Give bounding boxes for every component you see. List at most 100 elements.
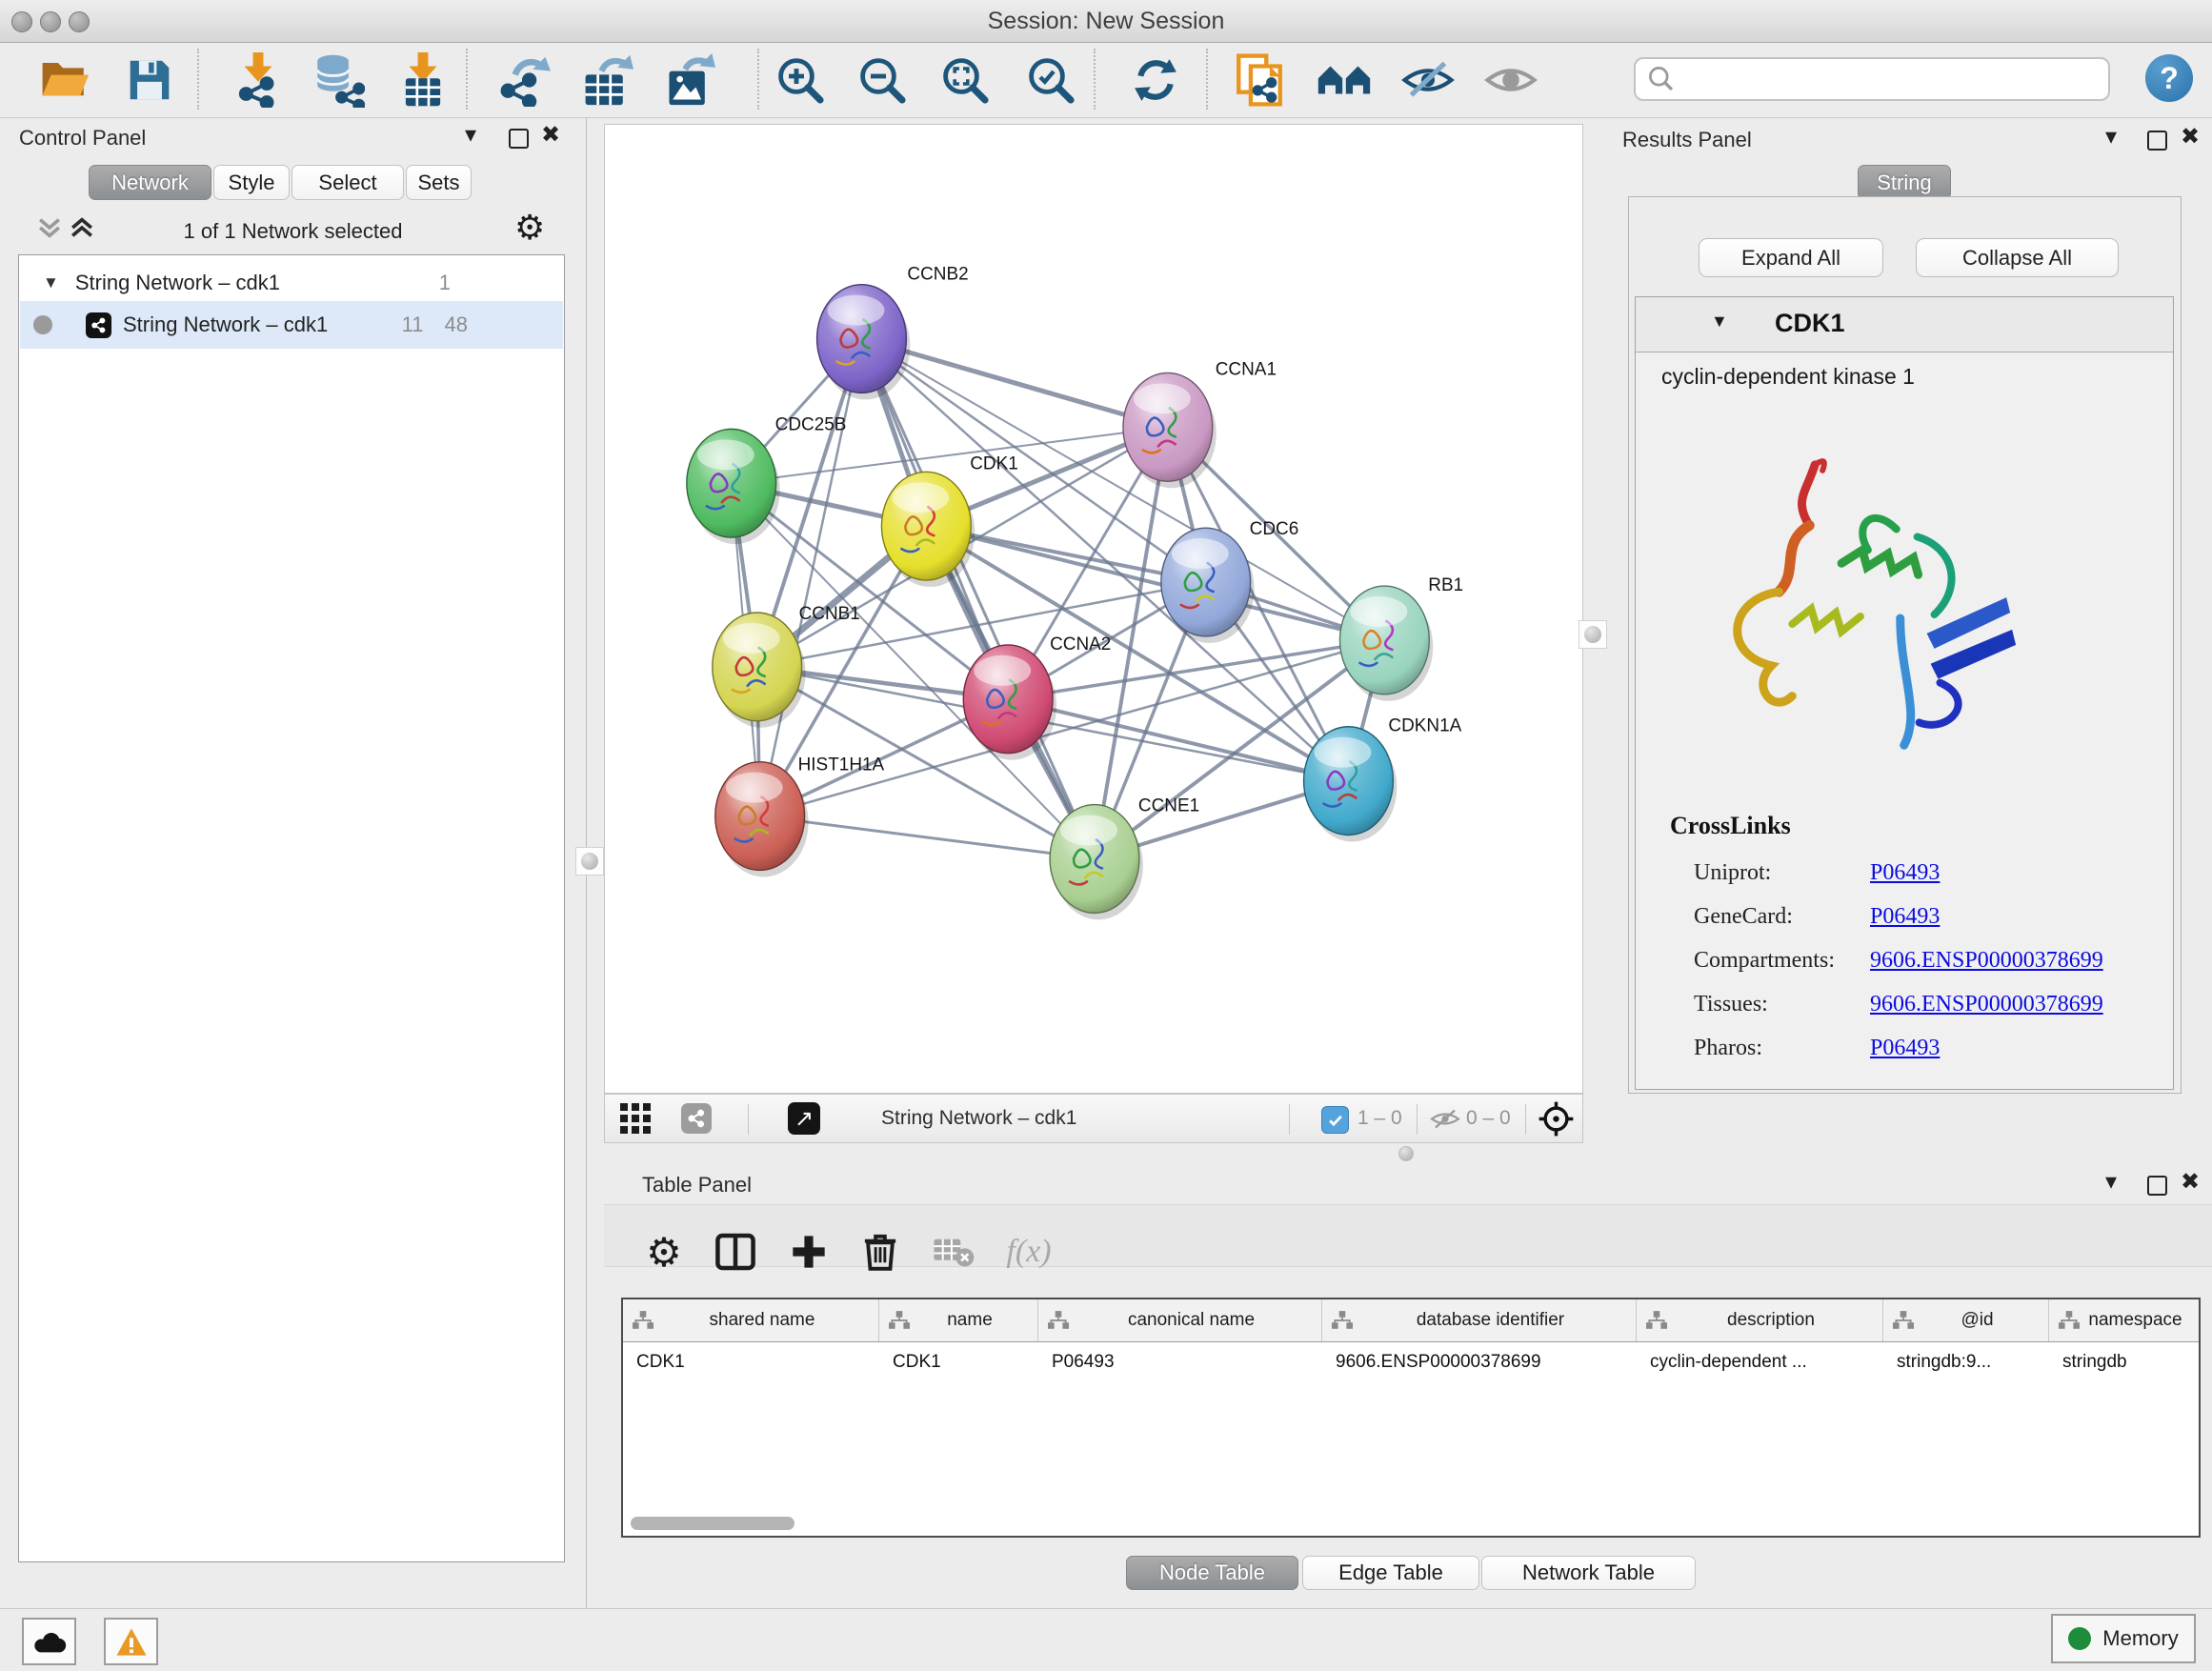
detach-view-icon[interactable]: ↗ [788, 1102, 820, 1135]
left-splitter-handle[interactable] [575, 847, 604, 876]
right-splitter-handle[interactable] [1579, 620, 1607, 649]
delete-column-icon[interactable] [854, 1225, 907, 1278]
tab-node-table[interactable]: Node Table [1126, 1556, 1298, 1590]
shared-column-icon [1646, 1311, 1667, 1330]
column-header[interactable]: name [879, 1299, 1038, 1341]
protein-card-header[interactable]: ▼ CDK1 [1636, 297, 2173, 352]
results-panel-title: Results Panel [1622, 128, 1752, 152]
column-header[interactable]: canonical name [1038, 1299, 1322, 1341]
crosslink-label: Compartments: [1694, 948, 1835, 974]
tab-network-table[interactable]: Network Table [1481, 1556, 1696, 1590]
table-settings-gear-icon[interactable]: ⚙ [637, 1225, 691, 1278]
crosslink-label: Tissues: [1694, 992, 1768, 1017]
save-session-icon[interactable] [119, 50, 180, 110]
tab-sets[interactable]: Sets [406, 165, 472, 200]
export-network-icon[interactable] [493, 50, 554, 110]
import-table-icon[interactable] [392, 50, 453, 110]
duplicate-network-icon[interactable] [1229, 50, 1290, 110]
network-node-CCNA1: CCNA1 [1123, 359, 1277, 488]
expander-icon[interactable]: ▼ [1711, 312, 1728, 332]
cloud-status-button[interactable] [22, 1618, 76, 1665]
shared-column-icon [633, 1311, 654, 1330]
zoom-in-icon[interactable] [770, 50, 831, 110]
column-header[interactable]: namespace [2049, 1299, 2199, 1341]
export-table-icon[interactable] [576, 50, 637, 110]
cloud-icon [31, 1629, 68, 1654]
crosslink-tissues-link[interactable]: 9606.ENSP00000378699 [1870, 992, 2103, 1017]
horizontal-splitter-handle[interactable] [1398, 1146, 1414, 1161]
help-icon[interactable]: ? [2145, 54, 2193, 102]
search-input[interactable] [1683, 66, 2108, 92]
horizontal-scrollbar[interactable] [631, 1517, 794, 1530]
column-header[interactable]: shared name [623, 1299, 879, 1341]
network-collection-row[interactable]: ▼ String Network – cdk1 1 [20, 267, 563, 299]
network-options-gear-icon[interactable]: ⚙ [514, 208, 545, 248]
zoom-out-icon[interactable] [852, 50, 913, 110]
close-panel-icon[interactable]: ✖ [541, 126, 560, 145]
float-panel-icon[interactable]: ▾ [2105, 128, 2117, 147]
collapse-all-button[interactable]: Collapse All [1916, 238, 2119, 277]
delete-table-icon[interactable] [927, 1225, 980, 1278]
float-panel-icon[interactable]: ▾ [465, 126, 476, 145]
network-node-CCNB2: CCNB2 [817, 265, 969, 400]
crosslink-pharos-link[interactable]: P06493 [1870, 1036, 1940, 1061]
export-image-icon[interactable] [658, 50, 719, 110]
crosslink-label: Pharos: [1694, 1036, 1762, 1061]
first-neighbors-icon[interactable] [1314, 50, 1375, 110]
tab-style[interactable]: Style [213, 165, 290, 200]
table-row[interactable]: CDK1 CDK1 P06493 9606.ENSP00000378699 cy… [623, 1342, 2199, 1382]
svg-text:CDC6: CDC6 [1250, 519, 1299, 539]
function-builder-icon[interactable]: f(x) [1002, 1225, 1056, 1278]
column-header[interactable]: @id [1883, 1299, 2049, 1341]
network-view: CCNB2CCNA1CDC25BCDK1CDC6RB1CCNB1CCNA2CDK… [604, 124, 1583, 1143]
open-session-icon[interactable] [34, 50, 95, 110]
show-all-icon[interactable] [1480, 50, 1541, 110]
network-selection-status: 1 of 1 Network selected [0, 219, 586, 244]
import-network-icon[interactable] [228, 50, 289, 110]
window-title: Session: New Session [0, 8, 2212, 35]
network-graph[interactable]: CCNB2CCNA1CDC25BCDK1CDC6RB1CCNB1CCNA2CDK… [604, 124, 1583, 1094]
refresh-layout-icon[interactable] [1125, 50, 1186, 110]
protein-card: ▼ CDK1 cyclin-dependent kinase 1 [1635, 296, 2174, 1090]
column-header[interactable]: description [1637, 1299, 1883, 1341]
tab-edge-table[interactable]: Edge Table [1302, 1556, 1479, 1590]
maximize-panel-icon[interactable] [2147, 1176, 2167, 1196]
birds-eye-view-icon[interactable] [1538, 1101, 1574, 1141]
shared-column-icon [889, 1311, 910, 1330]
crosslink-genecard-link[interactable]: P06493 [1870, 904, 1940, 930]
shared-column-icon [1048, 1311, 1069, 1330]
maximize-panel-icon[interactable] [509, 129, 529, 149]
network-thumbnail-icon[interactable] [681, 1103, 712, 1134]
memory-button[interactable]: Memory [2051, 1614, 2196, 1663]
maximize-panel-icon[interactable] [2147, 131, 2167, 151]
zoom-fit-icon[interactable] [935, 50, 995, 110]
column-header[interactable]: database identifier [1322, 1299, 1637, 1341]
warning-icon [115, 1627, 148, 1657]
show-columns-icon[interactable] [709, 1225, 762, 1278]
protein-name: CDK1 [1775, 309, 1845, 338]
expander-icon[interactable]: ▼ [43, 273, 59, 292]
hide-selected-icon[interactable] [1398, 50, 1458, 110]
tab-string[interactable]: String [1858, 165, 1951, 200]
tab-select[interactable]: Select [292, 165, 404, 200]
float-panel-icon[interactable]: ▾ [2105, 1173, 2117, 1192]
crosslink-compartments-link[interactable]: 9606.ENSP00000378699 [1870, 948, 2103, 974]
tab-network[interactable]: Network [89, 165, 211, 200]
warnings-button[interactable] [104, 1618, 158, 1665]
zoom-selected-icon[interactable] [1020, 50, 1081, 110]
selected-checkbox-icon[interactable] [1321, 1106, 1349, 1134]
string-results-box: Expand All Collapse All ▼ CDK1 cyclin-de… [1628, 196, 2182, 1094]
results-panel: Results Panel ▾ ✖ String Expand All Coll… [1601, 118, 2212, 1162]
string-network-icon [86, 312, 111, 338]
crosslink-uniprot-link[interactable]: P06493 [1870, 860, 1940, 886]
close-panel-icon[interactable]: ✖ [2181, 1173, 2200, 1192]
close-panel-icon[interactable]: ✖ [2181, 128, 2200, 147]
add-column-icon[interactable] [782, 1225, 835, 1278]
import-network-from-database-icon[interactable] [308, 50, 369, 110]
network-row[interactable]: String Network – cdk1 11 48 [20, 301, 563, 349]
expand-all-button[interactable]: Expand All [1699, 238, 1883, 277]
grid-view-icon[interactable] [620, 1103, 651, 1138]
memory-label: Memory [2102, 1626, 2178, 1651]
titlebar: Session: New Session [0, 0, 2212, 43]
main-toolbar: ? [0, 43, 2212, 118]
